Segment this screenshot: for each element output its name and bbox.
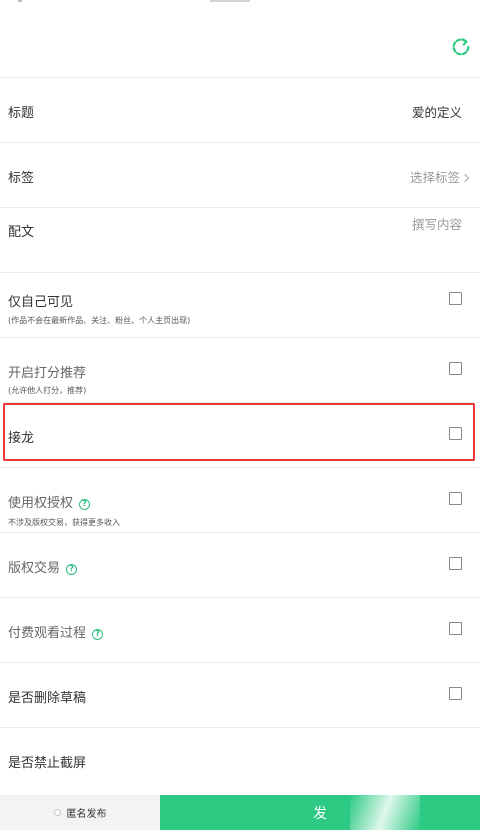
title-value[interactable]: 爱的定义 [412, 102, 462, 121]
chevron-right-icon [460, 173, 470, 183]
no-screenshot-label: 是否禁止截屏 [8, 756, 87, 771]
rating-row[interactable]: 开启打分推荐 (允许他人打分，推荐) [0, 338, 480, 403]
rating-label: 开启打分推荐 [8, 366, 87, 381]
license-hint: 不涉及版权交易，获得更多收入 [8, 518, 120, 527]
bottom-bar: 匿名发布 发 [0, 795, 480, 830]
anonymous-publish-button[interactable]: 匿名发布 [0, 795, 160, 830]
copyright-checkbox[interactable] [449, 557, 462, 570]
tags-selector[interactable]: 选择标签 [409, 167, 470, 186]
button-shine [350, 795, 420, 830]
help-icon[interactable]: ? [79, 498, 91, 510]
title-label: 标题 [8, 106, 35, 121]
anonymous-radio[interactable] [53, 809, 61, 816]
paid-view-checkbox[interactable] [449, 622, 462, 635]
self-only-label: 仅自己可见 [8, 295, 74, 310]
copyright-row[interactable]: 版权交易? [0, 533, 480, 598]
help-icon[interactable]: ? [66, 563, 78, 575]
delete-draft-label: 是否删除草稿 [8, 691, 87, 706]
license-label-wrap: 使用权授权? [8, 492, 91, 511]
paid-view-label-wrap: 付费观看过程? [8, 622, 104, 641]
no-screenshot-row[interactable]: 是否禁止截屏 [0, 728, 480, 793]
caption-label: 配文 [8, 225, 35, 240]
license-checkbox[interactable] [449, 492, 462, 505]
top-bar [0, 0, 480, 78]
delete-draft-row[interactable]: 是否删除草稿 [0, 663, 480, 728]
self-only-row[interactable]: 仅自己可见 (作品不会在最新作品、关注、粉丝、个人主页出现) [0, 273, 480, 338]
refresh-icon[interactable] [450, 36, 472, 58]
status-indicator [210, 0, 250, 2]
paid-view-label: 付费观看过程 [8, 626, 87, 641]
publish-button[interactable]: 发 [160, 795, 480, 830]
copyright-label-wrap: 版权交易? [8, 557, 78, 576]
tags-row[interactable]: 标签 选择标签 [0, 143, 480, 208]
paid-view-row[interactable]: 付费观看过程? [0, 598, 480, 663]
self-only-checkbox[interactable] [449, 292, 462, 305]
relay-checkbox[interactable] [449, 427, 462, 440]
caption-input[interactable]: 撰写内容 [412, 214, 462, 233]
rating-hint: (允许他人打分，推荐) [8, 386, 87, 395]
status-mark [18, 0, 22, 2]
title-row[interactable]: 标题 爱的定义 [0, 78, 480, 143]
tags-label: 标签 [8, 171, 35, 186]
publish-label: 发 [313, 805, 327, 822]
caption-row[interactable]: 配文 撰写内容 [0, 208, 480, 273]
relay-row[interactable]: 接龙 [0, 403, 480, 468]
relay-label: 接龙 [8, 431, 35, 446]
help-icon[interactable]: ? [92, 628, 104, 640]
anonymous-label: 匿名发布 [66, 809, 107, 820]
delete-draft-checkbox[interactable] [449, 687, 462, 700]
copyright-label: 版权交易 [8, 561, 61, 576]
tags-placeholder: 选择标签 [409, 170, 460, 185]
self-only-hint: (作品不会在最新作品、关注、粉丝、个人主页出现) [8, 316, 191, 325]
rating-checkbox[interactable] [449, 362, 462, 375]
license-row[interactable]: 使用权授权? 不涉及版权交易，获得更多收入 [0, 468, 480, 533]
license-label: 使用权授权 [8, 496, 74, 511]
